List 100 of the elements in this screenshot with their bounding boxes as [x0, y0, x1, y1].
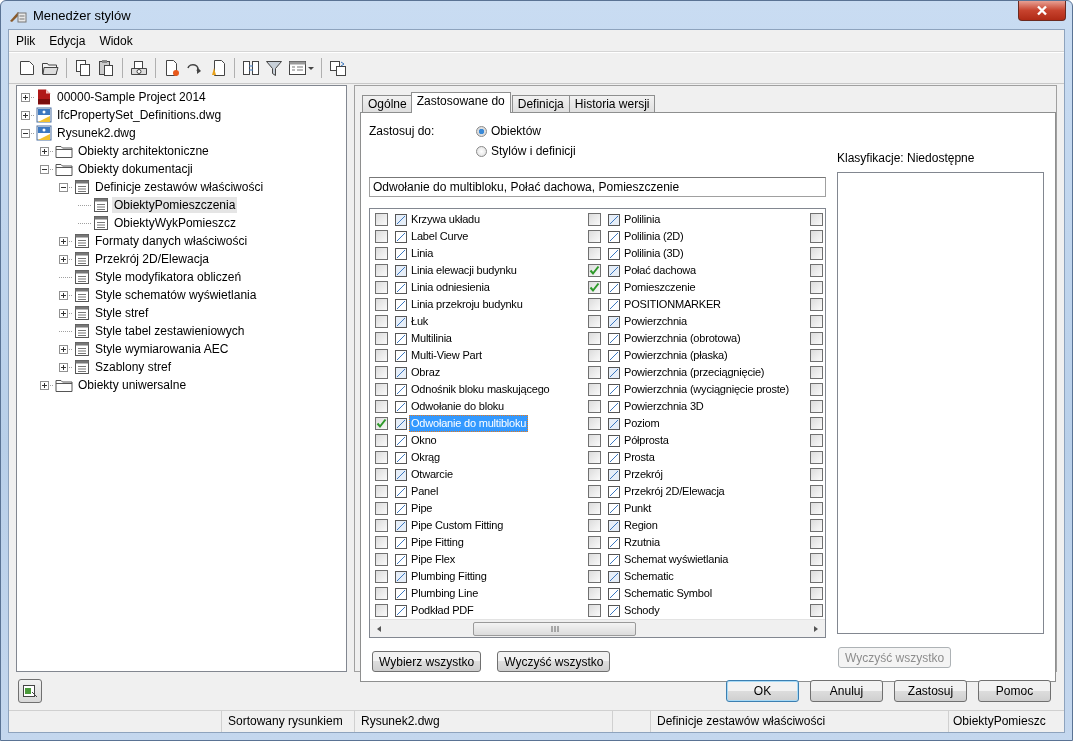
- dialog-button[interactable]: Zastosuj: [894, 680, 967, 702]
- document-swap-icon[interactable]: [328, 58, 348, 78]
- menu-item[interactable]: Plik: [11, 32, 41, 50]
- checkbox[interactable]: [810, 230, 823, 243]
- tree-item[interactable]: Obiekty architektoniczne: [76, 143, 211, 159]
- dialog-button[interactable]: OK: [726, 680, 799, 702]
- checkbox[interactable]: [810, 247, 823, 260]
- checkbox[interactable]: [588, 400, 601, 413]
- checkbox[interactable]: [810, 519, 823, 532]
- object-type-item[interactable]: Powierzchnia (przeciągnięcie): [622, 364, 767, 381]
- copy-icon[interactable]: [73, 58, 93, 78]
- checkbox[interactable]: [375, 587, 388, 600]
- object-type-item[interactable]: Linia: [409, 245, 436, 262]
- object-type-item[interactable]: Polilinia: [622, 211, 663, 228]
- object-type-item[interactable]: Pipe Custom Fitting: [409, 517, 506, 534]
- checkbox[interactable]: [810, 298, 823, 311]
- radio-button[interactable]: Stylów i definicji: [476, 143, 576, 159]
- close-button[interactable]: [1018, 1, 1066, 21]
- expand-toggle[interactable]: [59, 236, 68, 246]
- tree-item[interactable]: IfcPropertySet_Definitions.dwg: [55, 107, 224, 123]
- expand-toggle[interactable]: [59, 308, 68, 318]
- object-type-item[interactable]: Odnośnik bloku maskującego: [409, 381, 552, 398]
- checkbox[interactable]: [588, 332, 601, 345]
- checkbox[interactable]: [375, 468, 388, 481]
- menu-item[interactable]: Edycja: [44, 32, 91, 50]
- checkbox[interactable]: [375, 570, 388, 583]
- checkbox[interactable]: [375, 485, 388, 498]
- object-type-item[interactable]: Multi-View Part: [409, 347, 484, 364]
- dialog-button[interactable]: Wyczyść wszystko: [497, 651, 611, 672]
- object-type-item[interactable]: Powierzchnia (wyciągnięcie proste): [622, 381, 791, 398]
- expand-toggle[interactable]: [59, 290, 68, 300]
- checkbox[interactable]: [810, 434, 823, 447]
- checkbox[interactable]: [810, 587, 823, 600]
- object-type-item[interactable]: Linia elewacji budynku: [409, 262, 519, 279]
- object-type-item[interactable]: Punkt: [622, 500, 654, 517]
- checkbox[interactable]: [375, 400, 388, 413]
- scroll-left-icon[interactable]: [375, 624, 383, 633]
- object-type-item[interactable]: Podkład PDF: [409, 602, 476, 619]
- collapse-toggle[interactable]: [21, 128, 30, 138]
- checkbox[interactable]: [810, 604, 823, 617]
- checkbox[interactable]: [810, 383, 823, 396]
- checkbox[interactable]: [375, 230, 388, 243]
- object-type-item[interactable]: Plumbing Line: [409, 585, 481, 602]
- checkbox[interactable]: [375, 502, 388, 515]
- checkbox[interactable]: [375, 349, 388, 362]
- checkbox[interactable]: [810, 502, 823, 515]
- tree-item[interactable]: Style modyfikatora obliczeń: [93, 269, 244, 285]
- object-type-item[interactable]: Powierzchnia (płaska): [622, 347, 730, 364]
- table-view-icon[interactable]: [287, 58, 315, 78]
- checkbox[interactable]: [588, 349, 601, 362]
- object-type-item[interactable]: Powierzchnia 3D: [622, 398, 706, 415]
- tree-item[interactable]: Style wymiarowania AEC: [93, 341, 231, 357]
- object-type-item[interactable]: Obraz: [409, 364, 442, 381]
- object-type-item[interactable]: Plumbing Fitting: [409, 568, 489, 585]
- dialog-button[interactable]: Anuluj: [810, 680, 883, 702]
- checkbox[interactable]: [588, 604, 601, 617]
- expand-toggle[interactable]: [59, 362, 68, 372]
- object-type-item[interactable]: Powierzchnia: [622, 313, 690, 330]
- filter-icon[interactable]: [264, 58, 284, 78]
- tree-item[interactable]: Obiekty uniwersalne: [76, 377, 189, 393]
- menu-item[interactable]: Widok: [94, 32, 138, 50]
- checkbox[interactable]: [375, 451, 388, 464]
- expand-toggle[interactable]: [21, 92, 30, 102]
- checkbox[interactable]: [375, 519, 388, 532]
- tree-item[interactable]: ObiektyWykPomieszcz: [112, 215, 238, 231]
- checkbox[interactable]: [810, 281, 823, 294]
- checkbox[interactable]: [810, 400, 823, 413]
- checkbox[interactable]: [375, 281, 388, 294]
- object-type-item[interactable]: Odwołanie do bloku: [409, 398, 507, 415]
- checkbox[interactable]: [588, 434, 601, 447]
- checkbox[interactable]: [810, 332, 823, 345]
- radio-button[interactable]: Obiektów: [476, 123, 576, 139]
- object-type-item[interactable]: Otwarcie: [409, 466, 455, 483]
- checkbox[interactable]: [375, 264, 388, 277]
- checkbox[interactable]: [588, 502, 601, 515]
- checkbox[interactable]: [375, 332, 388, 345]
- object-type-item[interactable]: Rzutnia: [622, 534, 662, 551]
- checkbox[interactable]: [588, 468, 601, 481]
- object-type-item[interactable]: Połać dachowa: [622, 262, 698, 279]
- object-type-item[interactable]: Schematic: [622, 568, 676, 585]
- applied-objects-field[interactable]: Odwołanie do multibloku, Połać dachowa, Pomieszczenie: [369, 177, 826, 197]
- dialog-button[interactable]: Wybierz wszystko: [372, 651, 482, 672]
- tab[interactable]: Definicja: [511, 95, 570, 113]
- checkbox[interactable]: [375, 213, 388, 226]
- object-type-item[interactable]: Okrąg: [409, 449, 442, 466]
- checkbox[interactable]: [810, 213, 823, 226]
- object-type-item[interactable]: Prosta: [622, 449, 657, 466]
- object-type-item[interactable]: Polilinia (2D): [622, 228, 686, 245]
- checkbox[interactable]: [588, 298, 601, 311]
- tree-item[interactable]: Szablony stref: [93, 359, 174, 375]
- object-type-item[interactable]: Łuk: [409, 313, 431, 330]
- checkbox[interactable]: [588, 230, 601, 243]
- object-type-item[interactable]: Półprosta: [622, 432, 671, 449]
- object-type-item[interactable]: Linia odniesienia: [409, 279, 492, 296]
- object-type-item[interactable]: Pipe Fitting: [409, 534, 466, 551]
- checkbox[interactable]: [375, 604, 388, 617]
- tree-item[interactable]: Formaty danych właściwości: [93, 233, 250, 249]
- object-type-item[interactable]: Panel: [409, 483, 441, 500]
- checkbox[interactable]: [375, 417, 388, 430]
- paste-icon[interactable]: [96, 58, 116, 78]
